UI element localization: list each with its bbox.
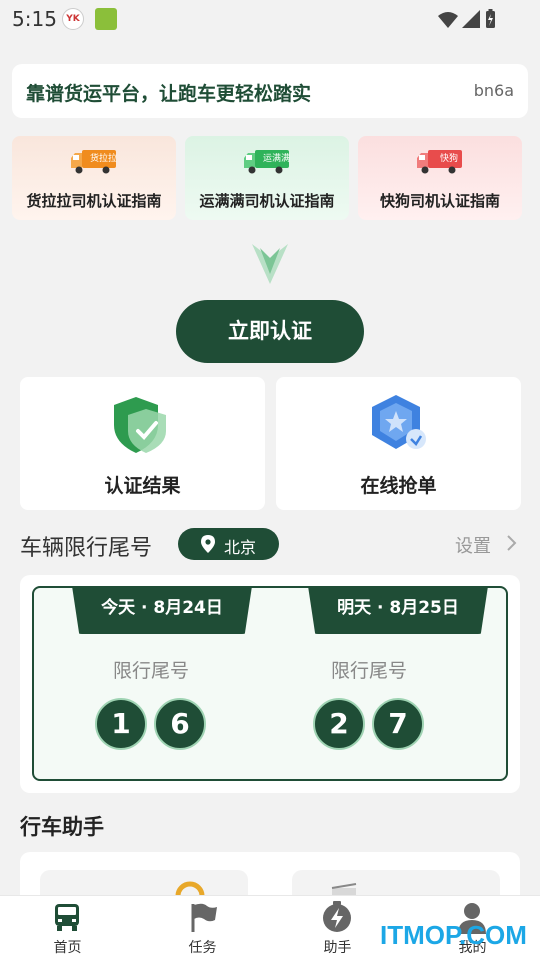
- tail-digit: 1: [95, 698, 147, 750]
- flag-icon: [191, 903, 217, 932]
- tomorrow-tab: 明天 · 8月25日: [308, 586, 488, 634]
- truck-badge: 运满满: [263, 154, 291, 164]
- signal-battery-icon: [438, 9, 495, 28]
- tail-digit: 6: [154, 698, 206, 750]
- badge-star-icon: [372, 395, 426, 449]
- guide-label: 运满满司机认证指南: [199, 192, 335, 210]
- tail-digit: 2: [313, 698, 365, 750]
- watermark: ITMOP.COM: [380, 920, 527, 950]
- location-pin-icon: [201, 535, 215, 553]
- online-grab-order-card[interactable]: 在线抢单: [276, 377, 521, 510]
- city-selector[interactable]: 北京: [178, 528, 279, 560]
- restriction-card: 今天 · 8月24日 明天 · 8月25日 限行尾号 限行尾号 1 6 2 7: [20, 575, 520, 793]
- feature-label: 在线抢单: [360, 475, 437, 497]
- notification-app-icon-2: [95, 8, 117, 30]
- tail-number-label: 限行尾号: [330, 660, 407, 682]
- shield-check-icon: [114, 397, 166, 453]
- nav-task[interactable]: 任务: [135, 896, 270, 960]
- nav-label: 首页: [53, 940, 82, 956]
- nav-home[interactable]: 首页: [0, 896, 135, 960]
- assistant-title: 行车助手: [20, 815, 104, 839]
- guide-label: 货拉拉司机认证指南: [26, 192, 162, 210]
- status-time: 5:15: [12, 7, 57, 31]
- nav-label: 任务: [188, 940, 217, 956]
- chevron-down-icon: [252, 244, 288, 284]
- bolt-icon: [323, 901, 351, 932]
- tail-digit: 7: [372, 698, 424, 750]
- notification-app-icon: YK: [62, 8, 84, 30]
- cert-result-card[interactable]: 认证结果: [20, 377, 265, 510]
- city-name: 北京: [224, 538, 257, 557]
- slogan-text: 靠谱货运平台，让跑车更轻松踏实: [26, 83, 312, 105]
- certify-now-button[interactable]: 立即认证: [176, 300, 364, 363]
- guide-label: 快狗司机认证指南: [379, 192, 500, 210]
- truck-icon: [55, 904, 79, 931]
- restriction-title: 车辆限行尾号: [20, 536, 153, 561]
- settings-link[interactable]: 设置: [455, 532, 491, 558]
- tail-number-label: 限行尾号: [112, 660, 189, 682]
- truck-badge: 快狗: [440, 154, 459, 164]
- version-code: bn6a: [473, 81, 514, 100]
- restriction-panel: 今天 · 8月24日 明天 · 8月25日 限行尾号 限行尾号 1 6 2 7: [32, 586, 508, 781]
- chevron-right-icon[interactable]: [505, 534, 517, 552]
- truck-badge: 货拉拉: [90, 154, 118, 164]
- guide-card-huolala[interactable]: 货拉拉 货拉拉司机认证指南: [12, 136, 176, 220]
- today-tab: 今天 · 8月24日: [72, 586, 252, 634]
- guide-card-kuaigou[interactable]: 快狗 快狗司机认证指南: [358, 136, 522, 220]
- guide-card-yunmanman[interactable]: 运满满 运满满司机认证指南: [185, 136, 349, 220]
- status-bar: 5:15 YK: [0, 0, 540, 38]
- slogan-banner: 靠谱货运平台，让跑车更轻松踏实 bn6a: [12, 64, 528, 118]
- feature-label: 认证结果: [104, 475, 181, 497]
